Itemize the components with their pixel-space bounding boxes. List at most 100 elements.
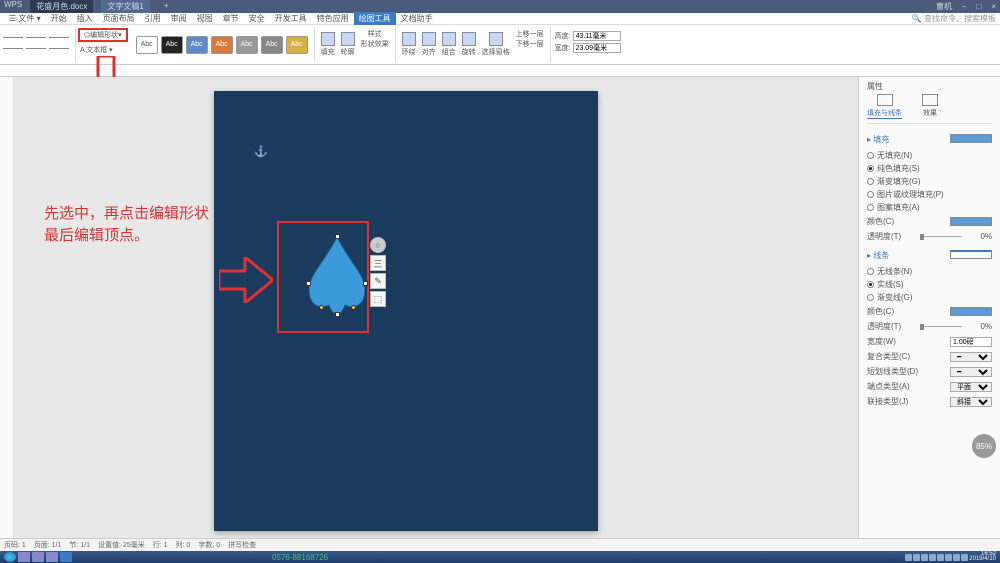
tray-icon[interactable] bbox=[961, 554, 968, 561]
fill-option-gradient[interactable]: 渐变填充(G) bbox=[867, 175, 992, 188]
search-commands[interactable]: 🔍 查找命令、搜索模板 bbox=[912, 13, 996, 24]
height-input[interactable] bbox=[573, 31, 621, 41]
status-pages[interactable]: 页面: 1/1 bbox=[34, 540, 62, 550]
line-width-input[interactable] bbox=[950, 337, 992, 347]
adjust-handle-1[interactable] bbox=[319, 305, 324, 310]
text-frame-button[interactable]: A 文本框 ▾ bbox=[76, 43, 130, 57]
menu-features[interactable]: 特色应用 bbox=[312, 12, 354, 25]
ribbon: ⬠ 编辑形状 ▾ A 文本框 ▾ Abc Abc Abc Abc Abc Abc… bbox=[0, 25, 1000, 65]
select-pane-button[interactable]: 选择窗格 bbox=[482, 29, 510, 60]
fill-option-none[interactable]: 无填充(N) bbox=[867, 149, 992, 162]
shape-style-gallery[interactable]: Abc Abc Abc Abc Abc Abc Abc bbox=[130, 27, 315, 62]
join-select[interactable]: 斜接 bbox=[950, 397, 992, 407]
fill-button[interactable]: 填充 bbox=[321, 29, 335, 60]
taskbar-icon-1[interactable] bbox=[18, 552, 30, 562]
fill-option-pattern[interactable]: 图案填充(A) bbox=[867, 201, 992, 214]
shape-effect-button[interactable]: 形状效果 bbox=[361, 39, 389, 49]
taskbar-icon-3[interactable] bbox=[46, 552, 58, 562]
progress-badge[interactable]: 85% bbox=[972, 434, 996, 458]
line-color-picker[interactable] bbox=[950, 307, 992, 316]
style-swatch-7[interactable]: Abc bbox=[286, 36, 308, 54]
float-tool-more[interactable]: ⬚ bbox=[370, 291, 386, 307]
adjust-handle-2[interactable] bbox=[351, 305, 356, 310]
status-insert[interactable]: 拼写检查 bbox=[228, 540, 256, 550]
compound-select[interactable]: ━ bbox=[950, 352, 992, 362]
min-button[interactable]: – bbox=[962, 2, 966, 11]
tray-icon[interactable] bbox=[945, 554, 952, 561]
style-swatch-2[interactable]: Abc bbox=[161, 36, 183, 54]
menu-developer[interactable]: 开发工具 bbox=[270, 12, 312, 25]
fill-swatch-preview[interactable] bbox=[950, 134, 992, 143]
tray-icon[interactable] bbox=[929, 554, 936, 561]
document-page[interactable]: ⚓ bbox=[214, 91, 598, 531]
wrap-button[interactable]: 环绕 bbox=[402, 29, 416, 60]
menu-reference[interactable]: 引用 bbox=[140, 12, 166, 25]
style-swatch-4[interactable]: Abc bbox=[211, 36, 233, 54]
outline-button[interactable]: 轮廓 bbox=[341, 29, 355, 60]
fill-color-picker[interactable] bbox=[950, 217, 992, 226]
selected-shape[interactable] bbox=[309, 237, 365, 315]
status-wc[interactable]: 字数: 0 bbox=[198, 540, 220, 550]
fill-opacity-slider[interactable] bbox=[920, 234, 962, 240]
insert-line-shapes[interactable] bbox=[0, 27, 76, 62]
style-swatch-1[interactable]: Abc bbox=[136, 36, 158, 54]
rotate-button[interactable]: 旋转 bbox=[462, 29, 476, 60]
edit-shape-button[interactable]: ⬠ 编辑形状 ▾ bbox=[78, 28, 128, 42]
line-opacity-slider[interactable] bbox=[920, 324, 962, 330]
file-menu[interactable]: ☰ 文件 ▾ bbox=[4, 12, 46, 25]
menu-review[interactable]: 审阅 bbox=[166, 12, 192, 25]
menu-drawing-tools[interactable]: 绘图工具 bbox=[354, 12, 396, 25]
tray-icon[interactable] bbox=[913, 554, 920, 561]
line-option-gradient[interactable]: 渐变线(G) bbox=[867, 291, 992, 304]
taskbar-icon-4[interactable] bbox=[60, 552, 72, 562]
style-button[interactable]: 样式 bbox=[361, 29, 389, 39]
menu-view[interactable]: 视图 bbox=[192, 12, 218, 25]
fill-option-picture[interactable]: 图片或纹理填充(P) bbox=[867, 188, 992, 201]
resize-handle-bottom[interactable] bbox=[335, 312, 340, 317]
line-option-solid[interactable]: 实线(S) bbox=[867, 278, 992, 291]
float-tool-layout[interactable]: 三 bbox=[370, 255, 386, 271]
cap-select[interactable]: 平面 bbox=[950, 382, 992, 392]
tray-icon[interactable] bbox=[921, 554, 928, 561]
max-button[interactable]: □ bbox=[976, 2, 981, 11]
clock[interactable]: 16:52 2019/4/10 bbox=[969, 552, 996, 562]
style-swatch-6[interactable]: Abc bbox=[261, 36, 283, 54]
user-name[interactable]: 曹机 bbox=[936, 1, 952, 12]
fill-section-title[interactable]: ▸ 填充 bbox=[867, 134, 889, 145]
line-option-none[interactable]: 无线条(N) bbox=[867, 265, 992, 278]
group-button[interactable]: 组合 bbox=[442, 29, 456, 60]
line-swatch-preview[interactable] bbox=[950, 250, 992, 259]
menu-doc-helper[interactable]: 文档助手 bbox=[396, 12, 438, 25]
canvas[interactable]: ⚓ 先选中，再点击编辑形状 最后编辑顶点。 ○ 三 bbox=[14, 77, 858, 538]
fill-option-solid[interactable]: 纯色填充(S) bbox=[867, 162, 992, 175]
horizontal-ruler[interactable] bbox=[0, 65, 1000, 77]
resize-handle-right[interactable] bbox=[363, 281, 368, 286]
menu-layout[interactable]: 页面布局 bbox=[98, 12, 140, 25]
menu-insert[interactable]: 插入 bbox=[72, 12, 98, 25]
width-input[interactable] bbox=[573, 43, 621, 53]
float-tool-edit[interactable]: ✎ bbox=[370, 273, 386, 289]
tray-icon[interactable] bbox=[953, 554, 960, 561]
style-swatch-3[interactable]: Abc bbox=[186, 36, 208, 54]
status-page[interactable]: 页码: 1 bbox=[4, 540, 26, 550]
resize-handle-top[interactable] bbox=[335, 234, 340, 239]
tray-icon[interactable] bbox=[905, 554, 912, 561]
close-button[interactable]: × bbox=[991, 2, 996, 11]
line-section-title[interactable]: ▸ 线条 bbox=[867, 250, 889, 261]
menu-security[interactable]: 安全 bbox=[244, 12, 270, 25]
style-swatch-5[interactable]: Abc bbox=[236, 36, 258, 54]
menu-home[interactable]: 开始 bbox=[46, 12, 72, 25]
tray-icon[interactable] bbox=[937, 554, 944, 561]
dash-select[interactable]: ━ bbox=[950, 367, 992, 377]
start-button[interactable] bbox=[4, 552, 16, 562]
fill-opacity-label: 透明度(T) bbox=[867, 231, 901, 242]
props-tab-fill[interactable]: 填充与线条 bbox=[867, 94, 902, 119]
taskbar-icon-2[interactable] bbox=[32, 552, 44, 562]
float-tool-rotate[interactable]: ○ bbox=[370, 237, 386, 253]
resize-handle-left[interactable] bbox=[306, 281, 311, 286]
menu-section[interactable]: 章节 bbox=[218, 12, 244, 25]
align-button[interactable]: 对齐 bbox=[422, 29, 436, 60]
move-down-button[interactable]: 下移一层 bbox=[516, 39, 544, 49]
props-tab-effect[interactable]: 效果 bbox=[922, 94, 938, 119]
move-up-button[interactable]: 上移一层 bbox=[516, 29, 544, 39]
